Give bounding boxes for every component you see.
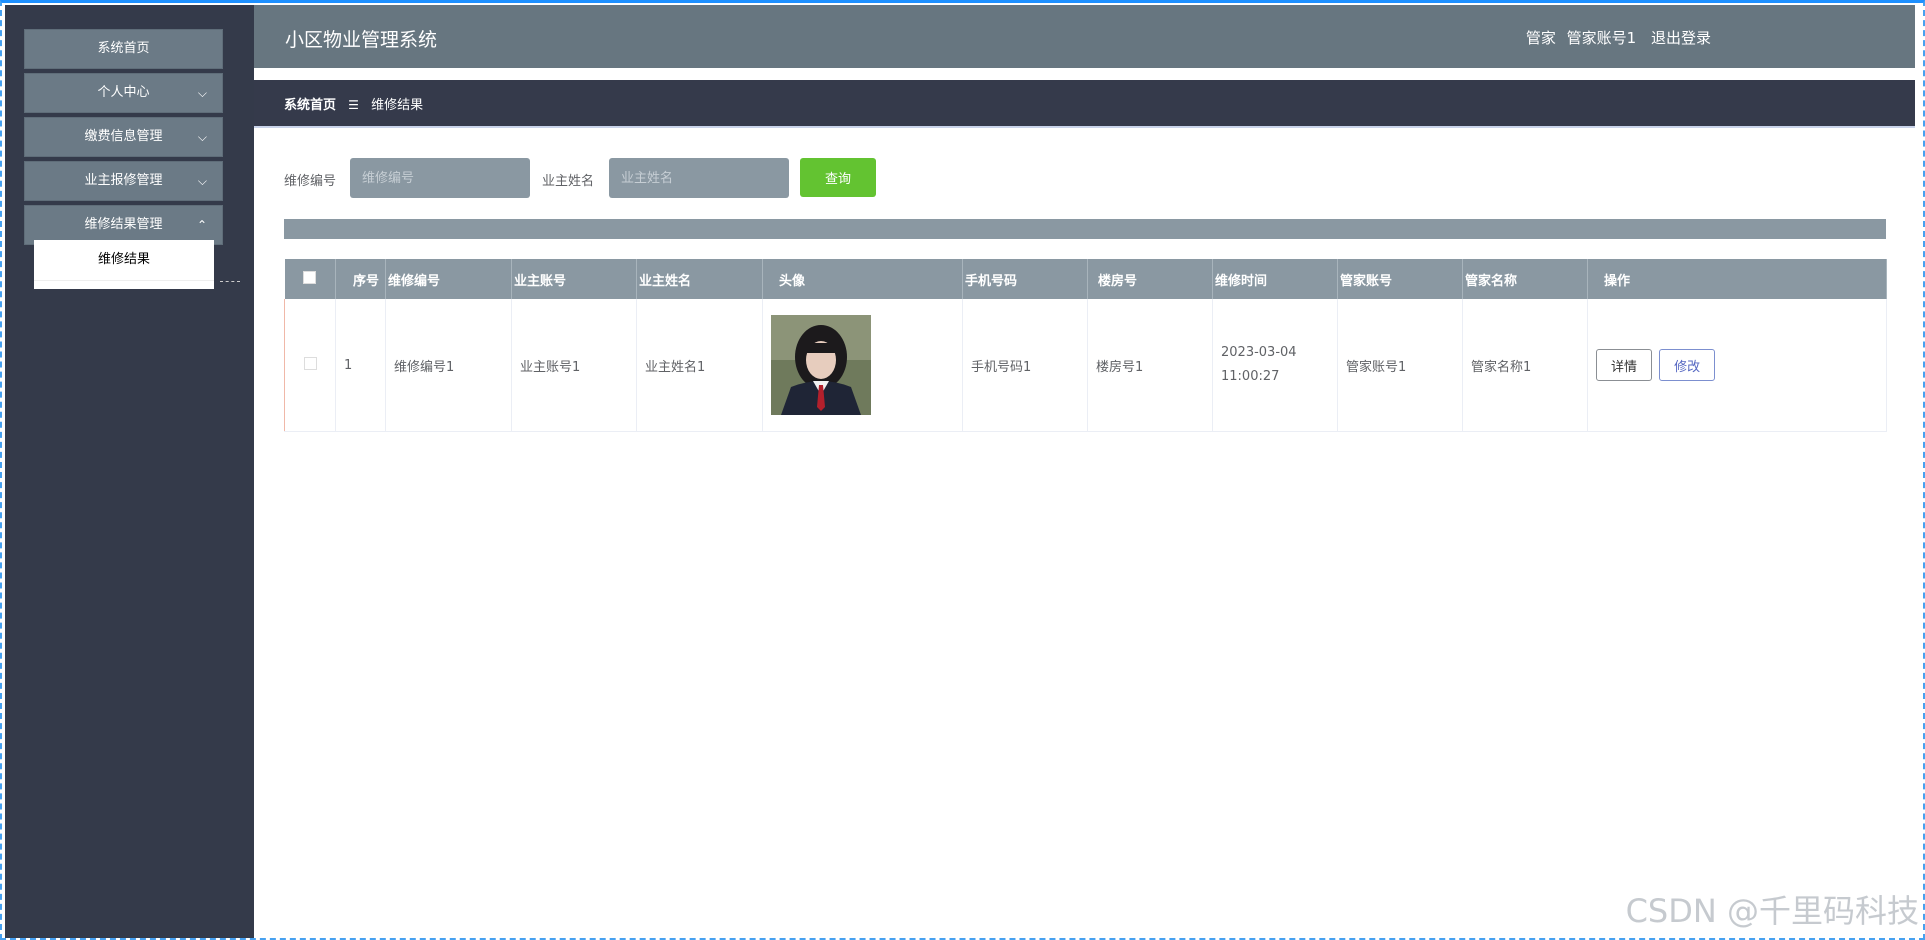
sidebar-item-payment-info[interactable]: 缴费信息管理 ⌵ (24, 117, 223, 157)
column-header: 业主姓名 (636, 259, 763, 299)
menu-icon: ☰ (348, 98, 359, 112)
chevron-down-icon: ⌵ (197, 86, 207, 100)
query-button[interactable]: 查询 (800, 158, 876, 197)
breadcrumb: 系统首页 ☰ 维修结果 (284, 94, 423, 113)
sidebar-item-home[interactable]: 系统首页 (24, 29, 223, 69)
row-owner-account: 业主账号1 (511, 299, 637, 432)
owner-name-label: 业主姓名 (542, 174, 595, 189)
detail-button[interactable]: 详情 (1596, 349, 1653, 381)
toolbar-strip (284, 219, 1886, 239)
sidebar-item-label: 维修结果管理 (84, 217, 163, 232)
row-steward-name: 管家名称1 (1462, 299, 1588, 432)
row-phone: 手机号码1 (962, 299, 1088, 432)
row-repair-no: 维修编号1 (385, 299, 512, 432)
row-building: 楼房号1 (1087, 299, 1213, 432)
row-avatar-cell (762, 299, 963, 432)
repair-no-label: 维修编号 (284, 174, 337, 189)
sidebar-item-label: 业主报修管理 (84, 173, 163, 188)
column-header: 管家账号 (1337, 259, 1463, 299)
row-steward-account: 管家账号1 (1337, 299, 1463, 432)
sidebar-item-personal-center[interactable]: 个人中心 ⌵ (24, 73, 223, 113)
logout-link[interactable]: 退出登录 (1651, 29, 1711, 47)
user-area: 管家 管家账号1 退出登录 (1520, 27, 1711, 48)
submenu-panel: 维修结果 (34, 240, 214, 289)
sidebar-item-repair-result-mgmt[interactable]: 维修结果管理 ⌃ (24, 205, 223, 245)
sidebar-item-label: 缴费信息管理 (84, 129, 163, 144)
owner-name-input[interactable] (609, 158, 789, 198)
column-header: 楼房号 (1087, 259, 1213, 299)
avatar (771, 315, 871, 415)
data-table: 序号 维修编号 业主账号 业主姓名 头像 手机号码 楼房号 维修时间 管家账号 … (284, 259, 1887, 432)
column-header: 维修编号 (385, 259, 512, 299)
edit-button[interactable]: 修改 (1659, 349, 1716, 381)
table-row: 1 维修编号1 业主账号1 业主姓名1 手机号码1 楼房号1 2023-03-0… (284, 299, 1887, 432)
user-account: 管家账号1 (1566, 29, 1637, 47)
window-frame (0, 0, 1925, 940)
watermark: CSDN @千里码科技 (1625, 892, 1919, 930)
column-header: 序号 (335, 259, 386, 299)
breadcrumb-home[interactable]: 系统首页 (284, 98, 336, 113)
sidebar-item-label: 系统首页 (97, 41, 150, 56)
app-title: 小区物业管理系统 (285, 29, 438, 51)
sidebar-item-owner-repair[interactable]: 业主报修管理 ⌵ (24, 161, 223, 201)
column-header: 操作 (1587, 259, 1887, 299)
repair-no-input[interactable] (350, 158, 530, 198)
top-header: 小区物业管理系统 管家 管家账号1 退出登录 (254, 5, 1915, 68)
row-index: 1 (335, 299, 386, 432)
submenu-item-repair-result[interactable]: 维修结果 (34, 240, 214, 281)
column-header: 手机号码 (962, 259, 1088, 299)
submenu-item-label: 维修结果 (97, 252, 150, 267)
divider (254, 126, 1915, 128)
breadcrumb-bar: 系统首页 ☰ 维修结果 (254, 80, 1915, 126)
chevron-up-icon: ⌃ (196, 218, 207, 232)
row-checkbox[interactable] (303, 356, 317, 370)
row-owner-name: 业主姓名1 (636, 299, 763, 432)
row-actions: 详情 修改 (1587, 299, 1887, 432)
divider (220, 281, 240, 282)
chevron-down-icon: ⌵ (197, 174, 207, 188)
column-header: 管家名称 (1462, 259, 1588, 299)
column-header: 维修时间 (1212, 259, 1338, 299)
user-role: 管家 (1525, 29, 1556, 47)
chevron-down-icon: ⌵ (197, 130, 207, 144)
table-header-row: 序号 维修编号 业主账号 业主姓名 头像 手机号码 楼房号 维修时间 管家账号 … (284, 259, 1887, 299)
breadcrumb-current: 维修结果 (371, 98, 424, 113)
select-all-checkbox[interactable] (303, 270, 317, 284)
row-repair-time: 2023-03-04 11:00:27 (1212, 299, 1338, 432)
column-header: 头像 (762, 259, 963, 299)
sidebar-item-label: 个人中心 (97, 85, 150, 100)
column-header: 业主账号 (511, 259, 637, 299)
